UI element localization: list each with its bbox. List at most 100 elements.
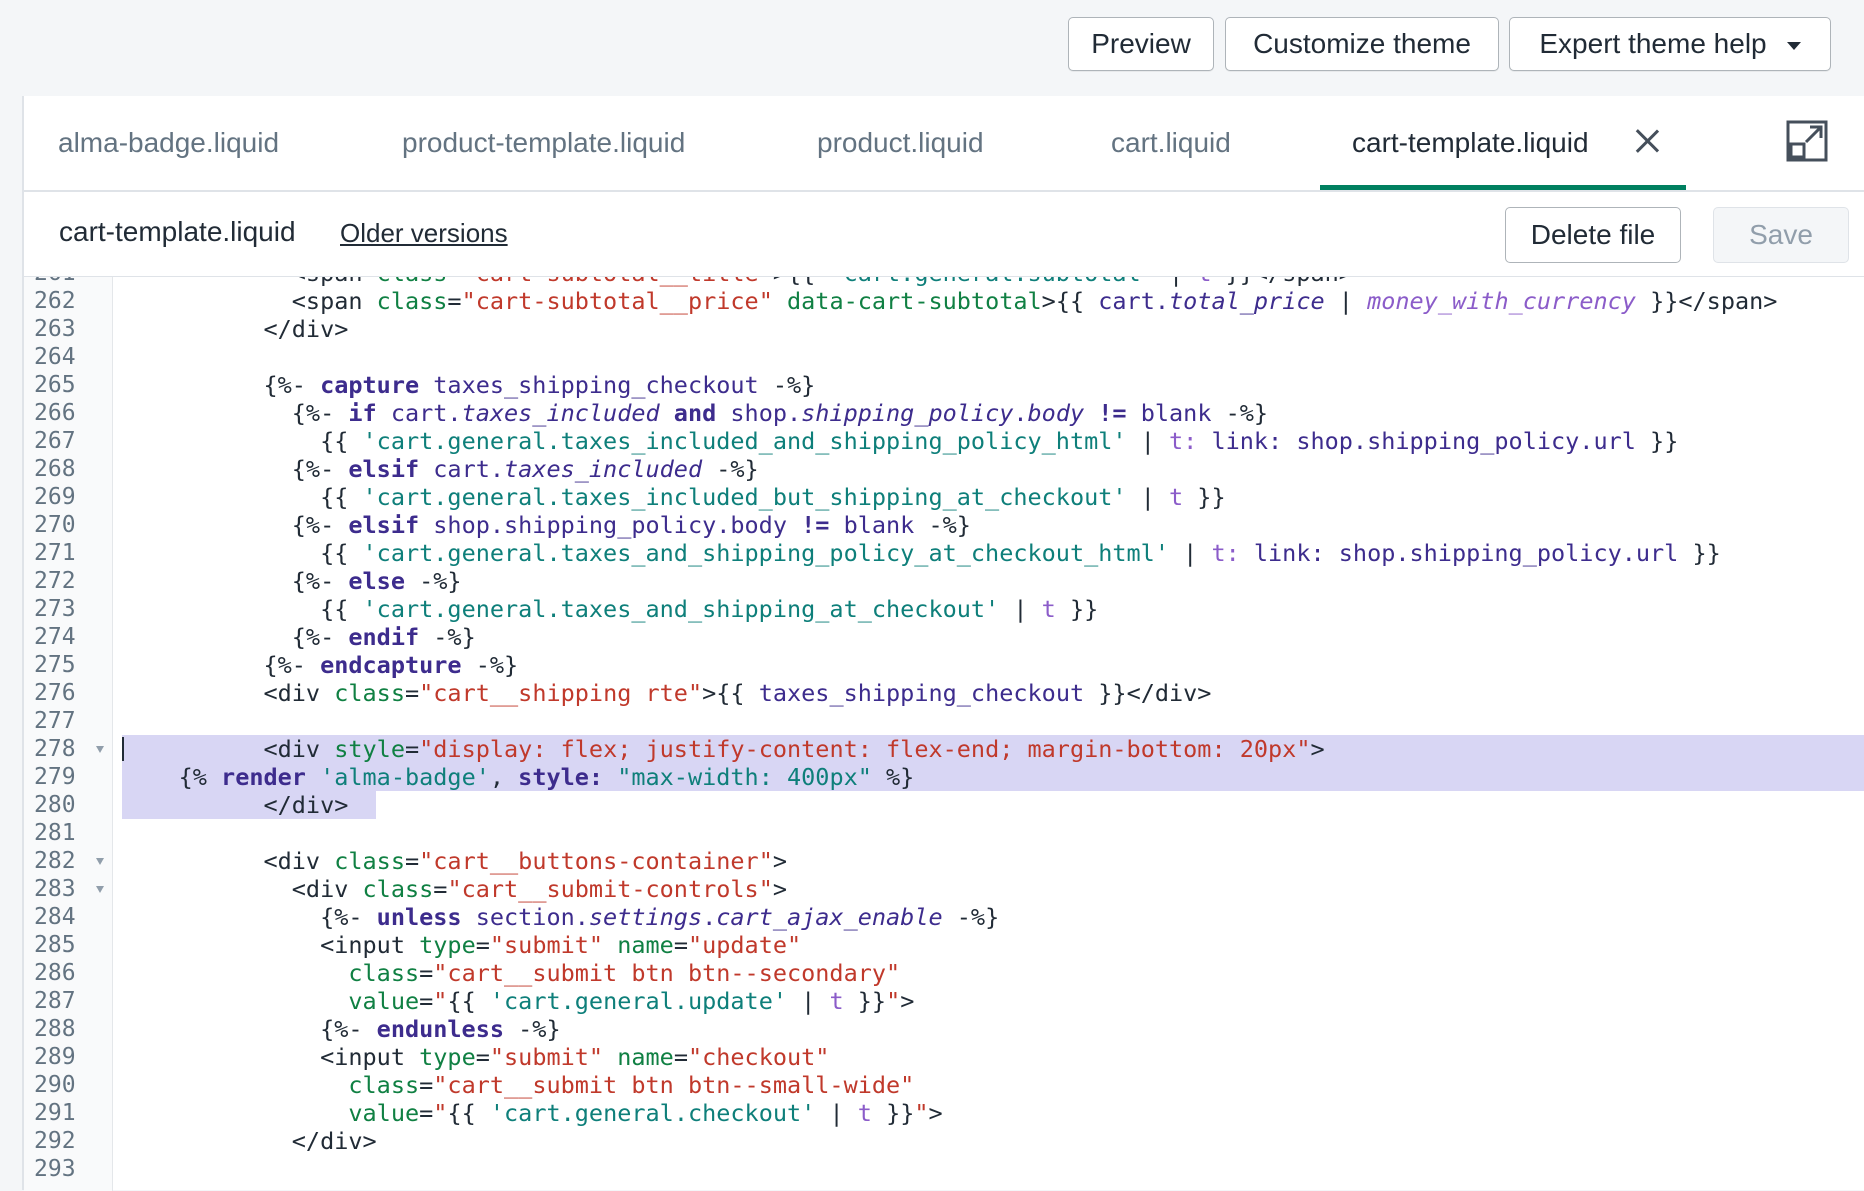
code-text: {% render 'alma-badge', style: "max-widt… [122, 763, 915, 791]
code-token: = [404, 847, 420, 875]
expand-icon[interactable] [1786, 120, 1828, 162]
code-line[interactable]: 283 <div class="cart__submit-controls"> [24, 875, 1864, 903]
code-token: <input [122, 1043, 420, 1071]
code-token: <div [122, 847, 335, 875]
line-number: 268 [34, 456, 76, 482]
close-tab-icon[interactable] [1632, 126, 1662, 156]
code-token: settings [588, 903, 703, 931]
expert-theme-help-dropdown[interactable]: Expert theme help [1509, 17, 1831, 71]
code-token: . [702, 903, 717, 931]
tab-product-template[interactable]: product-template.liquid [402, 96, 685, 190]
code-token: section. [461, 903, 589, 931]
line-number: 284 [34, 904, 76, 930]
code-line[interactable]: 285 <input type="submit" name="update" [24, 931, 1864, 959]
code-token: | [1155, 277, 1197, 287]
code-line[interactable]: 293 [24, 1155, 1864, 1183]
fold-arrow-icon[interactable] [96, 886, 104, 893]
code-text: <input type="submit" name="update" [122, 931, 801, 959]
code-token: {%- [122, 903, 377, 931]
code-token: </div> [122, 791, 349, 819]
save-button[interactable]: Save [1713, 207, 1849, 263]
line-number: 291 [34, 1100, 76, 1126]
line-number: 270 [34, 512, 76, 538]
code-line[interactable]: 263 </div> [24, 315, 1864, 343]
code-token: class [122, 1071, 420, 1099]
code-line[interactable]: 274 {%- endif -%} [24, 623, 1864, 651]
code-token: endunless [376, 1015, 505, 1043]
code-line[interactable]: 264 [24, 343, 1864, 371]
code-line[interactable]: 266 {%- if cart.taxes_included and shop.… [24, 399, 1864, 427]
code-line[interactable]: 265 {%- capture taxes_shipping_checkout … [24, 371, 1864, 399]
tab-product[interactable]: product.liquid [817, 96, 984, 190]
code-line[interactable]: 278 <div style="display: flex; justify-c… [24, 735, 1864, 763]
code-token: > [928, 1099, 943, 1127]
code-line[interactable]: 261 <span class="cart-subtotal__title">{… [24, 277, 1864, 287]
code-line[interactable]: 262 <span class="cart-subtotal__price" d… [24, 287, 1864, 315]
code-line[interactable]: 277 [24, 707, 1864, 735]
file-name: cart-template.liquid [59, 216, 296, 247]
code-token: </div> [122, 315, 349, 343]
code-line[interactable]: 279 {% render 'alma-badge', style: "max-… [24, 763, 1864, 791]
code-token: , [489, 763, 519, 791]
fold-arrow-icon[interactable] [96, 746, 104, 753]
code-line[interactable]: 291 value="{{ 'cart.general.checkout' | … [24, 1099, 1864, 1127]
code-line[interactable]: 284 {%- unless section.settings.cart_aja… [24, 903, 1864, 931]
code-line[interactable]: 290 class="cart__submit btn btn--small-w… [24, 1071, 1864, 1099]
tab-cart-template[interactable]: cart-template.liquid [1352, 96, 1589, 190]
line-number: 274 [34, 624, 76, 650]
fold-arrow-icon[interactable] [96, 858, 104, 865]
code-line[interactable]: 288 {%- endunless -%} [24, 1015, 1864, 1043]
tab-alma-badge[interactable]: alma-badge.liquid [58, 96, 279, 190]
code-line[interactable]: 292 </div> [24, 1127, 1864, 1155]
code-text: <span class="cart-subtotal__title">{{ 'c… [122, 277, 1353, 287]
code-line[interactable]: 271 {{ 'cart.general.taxes_and_shipping_… [24, 539, 1864, 567]
code-token: <div [122, 875, 363, 903]
code-line[interactable]: 289 <input type="submit" name="checkout" [24, 1043, 1864, 1071]
code-text: class="cart__submit btn btn--small-wide" [122, 1071, 914, 1099]
code-line[interactable]: 269 {{ 'cart.general.taxes_included_but_… [24, 483, 1864, 511]
code-token: = [447, 287, 462, 315]
line-number: 278 [34, 736, 76, 762]
code-token: else [348, 567, 405, 595]
delete-file-button[interactable]: Delete file [1505, 207, 1681, 263]
code-token: 'cart.general.taxes_included_and_shippin… [362, 427, 1127, 455]
code-line[interactable]: 286 class="cart__submit btn btn--seconda… [24, 959, 1864, 987]
code-text: </div> [122, 315, 348, 343]
code-token: value [122, 1099, 420, 1127]
code-token: -%} [461, 651, 519, 679]
code-token: = [673, 931, 688, 959]
code-text: {{ 'cart.general.taxes_included_but_ship… [122, 483, 1226, 511]
code-line[interactable]: 268 {%- elsif cart.taxes_included -%} [24, 455, 1864, 483]
code-line[interactable]: 273 {{ 'cart.general.taxes_and_shipping_… [24, 595, 1864, 623]
code-line[interactable]: 270 {%- elsif shop.shipping_policy.body … [24, 511, 1864, 539]
code-token: endif [348, 623, 420, 651]
line-number: 279 [34, 764, 76, 790]
code-line[interactable]: 275 {%- endcapture -%} [24, 651, 1864, 679]
older-versions-link[interactable]: Older versions [340, 218, 508, 249]
code-token: if [348, 399, 377, 427]
code-token: {%- [122, 651, 321, 679]
code-token: "display: flex; justify-content: flex-en… [419, 735, 1311, 763]
code-token: | [1324, 287, 1368, 315]
code-token: money_with_currency [1367, 287, 1636, 315]
code-line[interactable]: 276 <div class="cart__shipping rte">{{ t… [24, 679, 1864, 707]
code-line[interactable]: 280 </div> [24, 791, 1864, 819]
caret-down-icon [1786, 41, 1801, 50]
code-area[interactable]: 261 <span class="cart-subtotal__title">{… [24, 276, 1864, 1191]
code-token: > [772, 875, 788, 903]
line-number: 288 [34, 1016, 76, 1042]
code-token: {{ [122, 539, 363, 567]
code-line[interactable]: 272 {%- else -%} [24, 567, 1864, 595]
line-number: 293 [34, 1156, 76, 1182]
preview-button[interactable]: Preview [1068, 17, 1214, 71]
code-line[interactable]: 282 <div class="cart__buttons-container"… [24, 847, 1864, 875]
line-number: 280 [34, 792, 76, 818]
code-line[interactable]: 281 [24, 819, 1864, 847]
code-line[interactable]: 267 {{ 'cart.general.taxes_included_and_… [24, 427, 1864, 455]
code-token: "cart__submit btn btn--secondary" [433, 959, 901, 987]
customize-theme-button[interactable]: Customize theme [1225, 17, 1499, 71]
code-token: | [1168, 539, 1212, 567]
code-token: 'cart.general.subtotal' [829, 277, 1154, 287]
tab-cart[interactable]: cart.liquid [1111, 96, 1231, 190]
code-line[interactable]: 287 value="{{ 'cart.general.update' | t … [24, 987, 1864, 1015]
